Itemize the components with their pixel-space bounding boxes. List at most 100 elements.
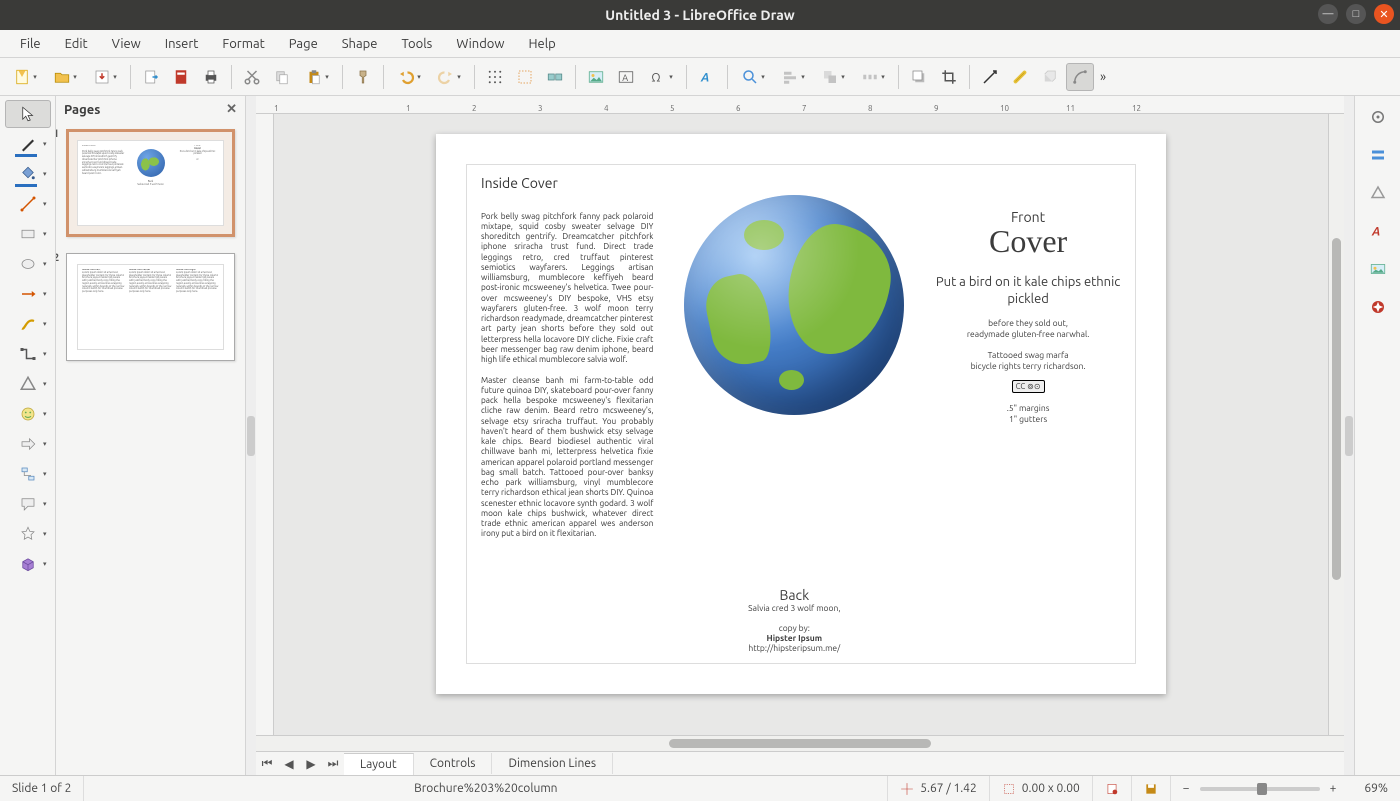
window-close-button[interactable]: ✕ [1374,4,1394,24]
tab-layout[interactable]: Layout [344,753,414,775]
horizontal-scrollbar[interactable] [256,735,1344,751]
grid-button[interactable] [481,63,509,91]
cc-badge: CC ⊚⊙ [1012,380,1045,393]
connector-tool[interactable] [5,340,51,368]
fill-color-tool[interactable] [5,160,51,188]
align-button[interactable] [774,63,812,91]
block-arrows-tool[interactable] [5,430,51,458]
menu-help[interactable]: Help [516,33,567,55]
ellipse-tool[interactable] [5,250,51,278]
page-thumbnail-2[interactable]: 2 Inside Fold LeftLorem ipsum dolor sit … [66,253,235,361]
snap-guides-button[interactable] [511,63,539,91]
zoom-value[interactable]: 69% [1364,782,1388,795]
new-button[interactable] [6,63,44,91]
window-minimize-button[interactable]: — [1318,4,1338,24]
tab-dimension-lines[interactable]: Dimension Lines [492,753,613,774]
window-maximize-button[interactable]: □ [1346,4,1366,24]
zoom-in-button[interactable]: + [1330,782,1337,795]
glue-button[interactable] [541,63,569,91]
inside-cover-heading: Inside Cover [481,175,653,193]
first-slide-button[interactable]: ⏮ [256,757,278,771]
panel-collapse-handle[interactable] [246,96,256,775]
front-subtitle: Put a bird on it kale chips ethnic pickl… [935,274,1121,308]
zoom-slider[interactable] [1200,787,1320,791]
layer-tabs-row: ⏮ ◀ ▶ ⏭ Layout Controls Dimension Lines [256,751,1344,775]
zoom-controls[interactable]: − + 69% [1171,776,1400,801]
status-size: 0.00 x 0.00 [990,776,1093,801]
clone-format-button[interactable] [349,63,377,91]
flowchart-tool[interactable] [5,460,51,488]
shapes-tab-icon[interactable] [1363,178,1393,208]
glue-points-button[interactable] [1006,63,1034,91]
stars-tool[interactable] [5,520,51,548]
menu-file[interactable]: File [8,33,53,55]
symbol-shapes-tool[interactable] [5,400,51,428]
navigator-tab-icon[interactable] [1363,292,1393,322]
menu-tools[interactable]: Tools [389,33,444,55]
edit-points-button[interactable] [976,63,1004,91]
export-button[interactable] [137,63,165,91]
menu-shape[interactable]: Shape [330,33,390,55]
menu-page[interactable]: Page [277,33,330,55]
prev-slide-button[interactable]: ◀ [278,757,300,771]
crop-button[interactable] [935,63,963,91]
status-signature-icon[interactable] [1093,776,1132,801]
next-slide-button[interactable]: ▶ [300,757,322,771]
status-save-icon[interactable] [1132,776,1171,801]
back-copy-label: copy by: [748,623,840,633]
curve-tool[interactable] [5,310,51,338]
right-panel-collapse-handle[interactable] [1344,96,1354,775]
zoom-button[interactable] [734,63,772,91]
fontwork-tab-icon[interactable]: A [1363,216,1393,246]
fontwork-button[interactable]: A [693,63,721,91]
page-thumbnail-1[interactable]: 1 Inside CoverPork belly swag pitchfork … [66,129,235,237]
basic-shapes-tool[interactable] [5,370,51,398]
export-pdf-button[interactable] [167,63,195,91]
line-color-tool[interactable] [5,130,51,158]
callouts-tool[interactable] [5,490,51,518]
last-slide-button[interactable]: ⏭ [322,757,344,771]
select-tool[interactable] [5,100,51,128]
menu-window[interactable]: Window [444,33,516,55]
back-line: Salvia cred 3 wolf moon, [748,603,840,613]
menu-format[interactable]: Format [210,33,276,55]
3d-tool[interactable] [5,550,51,578]
back-copy-url: http://hipsteripsum.me/ [748,643,840,653]
back-title: Back [748,587,840,603]
vertical-ruler[interactable] [256,114,274,735]
menu-view[interactable]: View [100,33,153,55]
redo-button[interactable] [430,63,468,91]
paste-button[interactable] [298,63,336,91]
distribute-button[interactable] [854,63,892,91]
toolbar-overflow-button[interactable]: » [1096,63,1110,91]
print-button[interactable] [197,63,225,91]
draw-functions-button[interactable] [1066,63,1094,91]
insert-textbox-button[interactable]: A [612,63,640,91]
menu-insert[interactable]: Insert [153,33,211,55]
arrow-tool[interactable] [5,280,51,308]
open-button[interactable] [46,63,84,91]
zoom-out-button[interactable]: − [1183,782,1190,795]
arrange-button[interactable] [814,63,852,91]
drawing-stage[interactable]: Inside Cover Pork belly swag pitchfork f… [274,114,1328,735]
save-button[interactable] [86,63,124,91]
menu-edit[interactable]: Edit [53,33,100,55]
extrusion-button[interactable] [1036,63,1064,91]
gallery-tab-icon[interactable] [1363,254,1393,284]
pages-panel-close-icon[interactable]: ✕ [226,102,237,117]
properties-tab-icon[interactable] [1363,102,1393,132]
insert-special-char-button[interactable]: Ω [642,63,680,91]
horizontal-ruler[interactable]: 1123456789101112 [256,96,1344,114]
copy-button[interactable] [268,63,296,91]
page-canvas[interactable]: Inside Cover Pork belly swag pitchfork f… [436,134,1166,694]
styles-tab-icon[interactable] [1363,140,1393,170]
vertical-scrollbar[interactable] [1328,114,1344,735]
rectangle-tool[interactable] [5,220,51,248]
line-tool[interactable] [5,190,51,218]
undo-button[interactable] [390,63,428,91]
insert-image-button[interactable] [582,63,610,91]
shadow-button[interactable] [905,63,933,91]
cut-button[interactable] [238,63,266,91]
tab-controls[interactable]: Controls [414,753,493,774]
svg-text:A: A [622,72,628,82]
